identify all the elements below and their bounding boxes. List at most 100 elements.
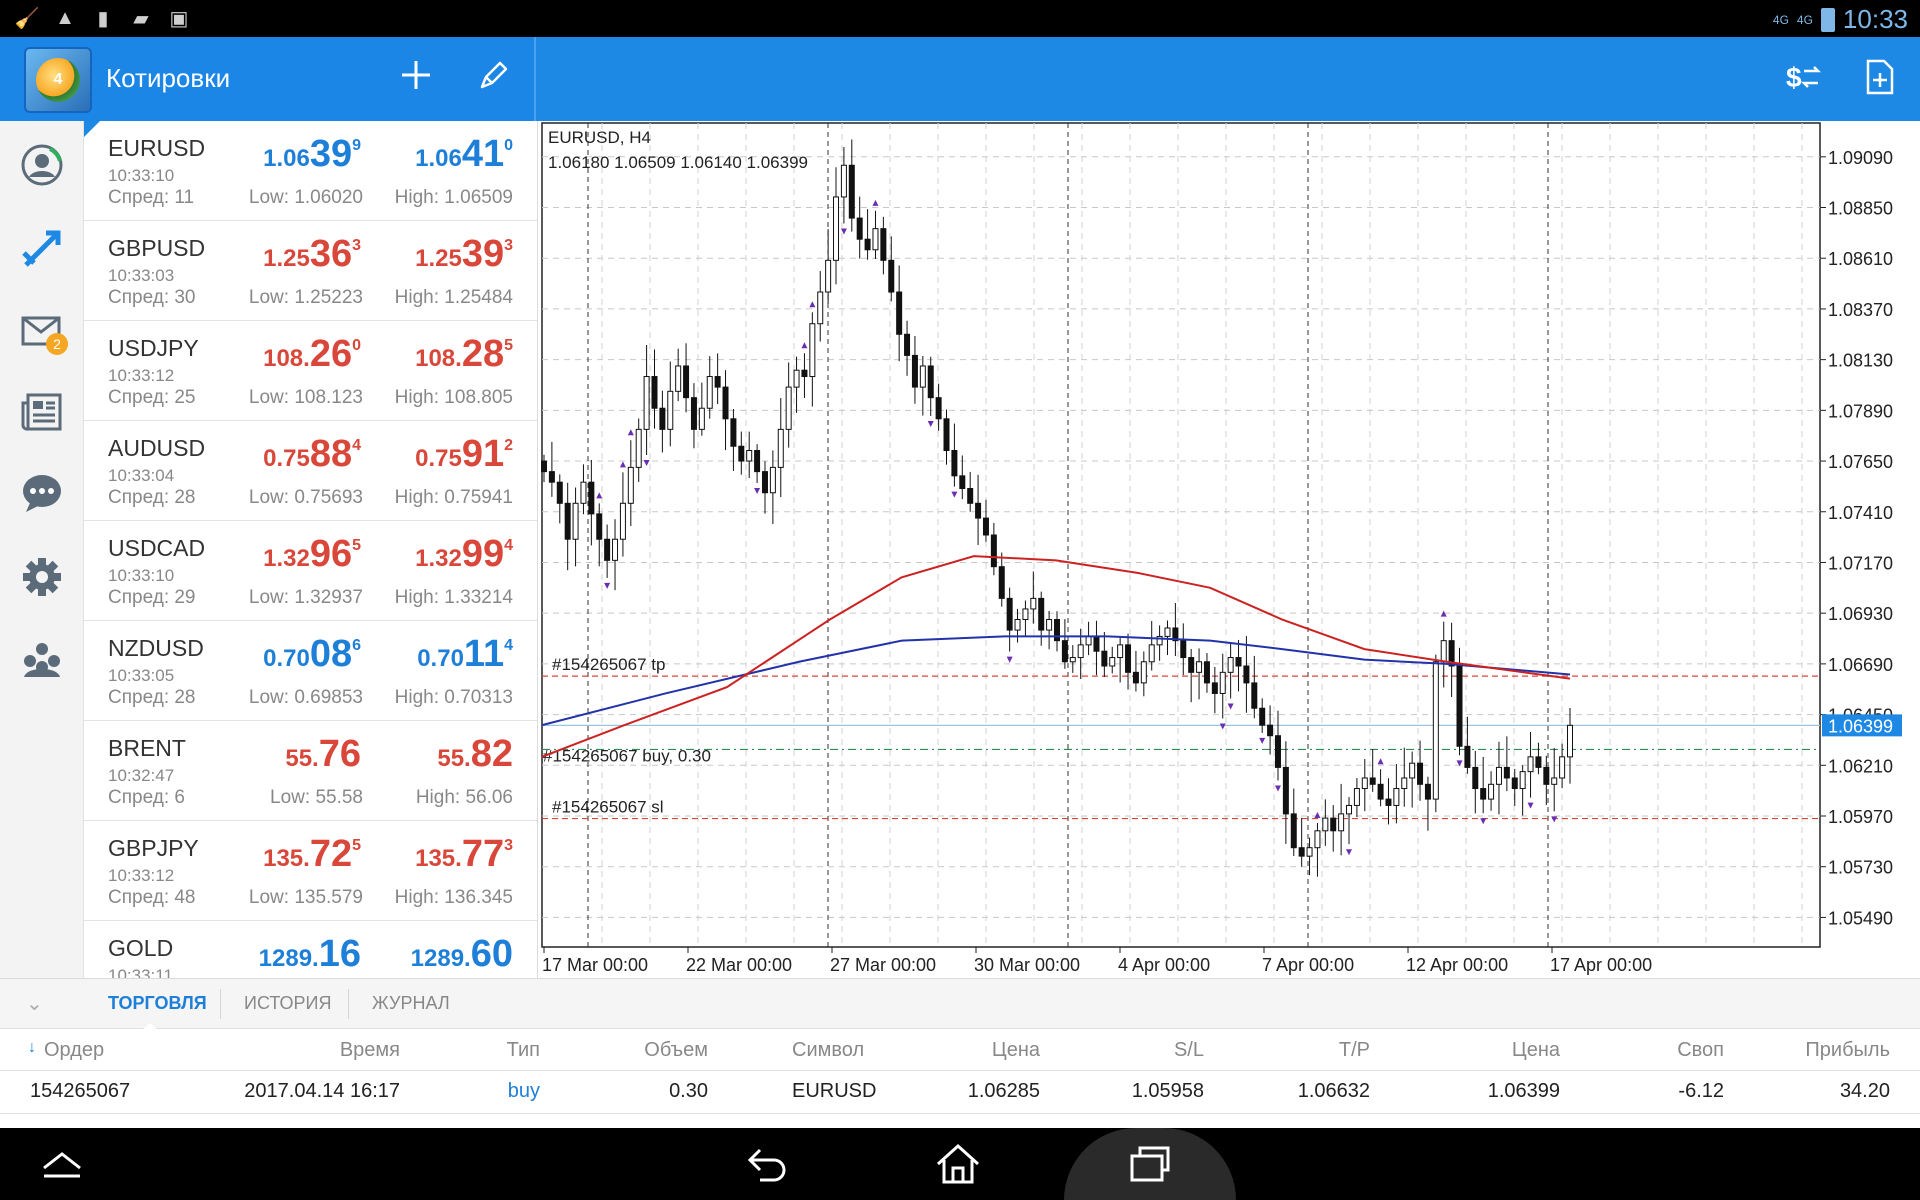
candle-body <box>690 397 697 430</box>
news-icon[interactable] <box>18 387 66 435</box>
candle-body <box>1014 619 1021 631</box>
price-part: 0.70 <box>263 645 310 672</box>
quote-row[interactable]: GOLD 10:33:11 1289.16 1289.60 <box>84 921 537 978</box>
column-header[interactable]: T/P <box>1339 1039 1370 1062</box>
price-chart[interactable]: 1.09090 1.08850 1.08610 1.08370 1.08130 1.078… <box>540 121 1920 978</box>
tab-journal[interactable]: ЖУРНАЛ <box>372 993 450 1014</box>
quote-high: High: 1.33214 <box>394 587 513 608</box>
column-header[interactable]: Цена <box>1512 1039 1560 1062</box>
column-header[interactable]: Время <box>340 1039 400 1062</box>
price-part: 41 <box>461 133 505 175</box>
column-header[interactable]: Ордер <box>44 1039 104 1062</box>
quote-row[interactable]: AUDUSD 10:33:04 Спред: 28 Low: 0.75693 High:… <box>84 421 537 521</box>
community-icon[interactable] <box>18 635 66 683</box>
price-part: 2 <box>504 437 513 454</box>
tab-divider <box>220 989 221 1019</box>
candle-body <box>1503 766 1510 779</box>
quote-low: Low: 55.58 <box>270 787 363 808</box>
new-order-button[interactable] <box>1858 57 1902 101</box>
table-cell: 154265067 <box>30 1080 131 1102</box>
add-symbol-button[interactable] <box>394 57 438 101</box>
quote-high: High: 0.70313 <box>394 687 513 708</box>
quote-spread: Спред: 6 <box>108 787 185 808</box>
candle-body <box>698 407 705 430</box>
quote-bid-price[interactable]: 0.75884 <box>263 433 361 476</box>
quote-ask-price[interactable]: 1.25393 <box>415 233 513 276</box>
x-tick-label: 17 Apr 00:00 <box>1550 955 1652 975</box>
recents-icon[interactable] <box>1120 1140 1180 1188</box>
quote-ask-price[interactable]: 0.75912 <box>415 433 513 476</box>
collapse-chevron-icon[interactable]: ⌄ <box>26 991 43 1016</box>
quote-high: High: 1.25484 <box>394 287 513 308</box>
quote-bid-price[interactable]: 55.76 <box>285 733 361 776</box>
x-tick-label: 12 Apr 00:00 <box>1406 955 1508 975</box>
column-header[interactable]: Тип <box>507 1039 540 1062</box>
candle-body <box>643 376 650 430</box>
candle-body <box>990 534 997 568</box>
quote-ask-price[interactable]: 1.32994 <box>415 533 513 576</box>
price-part: 5 <box>352 837 361 854</box>
column-header[interactable]: Прибыль <box>1805 1039 1890 1062</box>
candle-body <box>1227 657 1234 673</box>
quote-ask-price[interactable]: 108.285 <box>415 333 513 376</box>
quote-bid-price[interactable]: 108.260 <box>263 333 361 376</box>
candle-body <box>659 407 666 430</box>
quote-row[interactable]: GBPUSD 10:33:03 Спред: 30 Low: 1.25223 High:… <box>84 221 537 321</box>
candle-body <box>840 164 847 198</box>
quote-bid-price[interactable]: 1289.16 <box>259 933 361 976</box>
mail-icon[interactable]: 2 <box>18 307 68 355</box>
column-header[interactable]: Символ <box>792 1039 864 1062</box>
candle-body <box>1409 762 1416 779</box>
quote-row[interactable]: NZDUSD 10:33:05 Спред: 28 Low: 0.69853 High:… <box>84 621 537 721</box>
y-tick-label: 1.07890 <box>1828 401 1893 421</box>
account-icon[interactable] <box>18 141 66 189</box>
home-icon[interactable] <box>928 1140 988 1188</box>
trade-icon[interactable] <box>18 225 66 273</box>
metatrader-logo[interactable]: 4 <box>24 47 92 113</box>
candle-body <box>1511 777 1518 790</box>
edit-symbols-button[interactable] <box>472 57 516 101</box>
column-header[interactable]: Объем <box>644 1039 708 1062</box>
column-header[interactable]: S/L <box>1174 1039 1204 1062</box>
column-header[interactable]: Своп <box>1677 1039 1724 1062</box>
candle-body <box>769 466 776 494</box>
quote-row[interactable]: EURUSD 10:33:10 Спред: 11 Low: 1.06020 High:… <box>84 121 537 221</box>
settings-icon[interactable] <box>18 553 66 601</box>
quote-bid-price[interactable]: 1.32965 <box>263 533 361 576</box>
one-click-trading-button[interactable]: $ <box>1780 57 1824 101</box>
folder-icon: ▰ <box>133 7 149 30</box>
quote-row[interactable]: GBPJPY 10:33:12 Спред: 48 Low: 135.579 High:… <box>84 821 537 921</box>
candle-body <box>706 376 713 409</box>
tab-divider <box>348 989 349 1019</box>
quote-row[interactable]: USDCAD 10:33:10 Спред: 29 Low: 1.32937 High:… <box>84 521 537 621</box>
quote-symbol: GBPUSD <box>108 235 206 261</box>
quote-bid-price[interactable]: 135.725 <box>263 833 361 876</box>
candle-body <box>588 481 595 515</box>
price-part: 1.06 <box>415 145 462 172</box>
tab-trade[interactable]: ТОРГОВЛЯ <box>108 993 207 1014</box>
candle-body <box>919 365 926 388</box>
quote-ask-price[interactable]: 1.06410 <box>415 133 513 176</box>
column-header[interactable]: Цена <box>992 1039 1040 1062</box>
quote-row[interactable]: USDJPY 10:33:12 Спред: 25 Low: 108.123 High:… <box>84 321 537 421</box>
quote-ask-price[interactable]: 0.70114 <box>417 633 513 676</box>
chat-icon[interactable] <box>18 469 66 517</box>
home-up-icon[interactable] <box>32 1140 92 1188</box>
price-part: 1289. <box>258 945 319 972</box>
quote-bid-price[interactable]: 1.06399 <box>263 133 361 176</box>
quote-bid-price[interactable]: 1.25363 <box>263 233 361 276</box>
order-line-label: #154265067 tp <box>552 655 665 674</box>
quote-ask-price[interactable]: 55.82 <box>437 733 513 776</box>
price-part: 0.70 <box>417 645 464 672</box>
tab-history[interactable]: ИСТОРИЯ <box>244 993 331 1014</box>
chart-canvas[interactable]: 1.09090 1.08850 1.08610 1.08370 1.08130 1.078… <box>540 121 1920 978</box>
price-part: 1.25 <box>263 245 310 272</box>
table-cell: 0.30 <box>669 1080 708 1102</box>
table-row[interactable]: 154265067 2017.04.14 16:17 buy 0.30 EURUSD 1.… <box>0 1072 1920 1114</box>
quote-ask-price[interactable]: 1289.60 <box>411 933 513 976</box>
quote-ask-price[interactable]: 135.773 <box>415 833 513 876</box>
back-icon[interactable] <box>738 1140 798 1188</box>
quote-bid-price[interactable]: 0.70086 <box>263 633 361 676</box>
x-tick-label: 27 Mar 00:00 <box>830 955 936 975</box>
quote-row[interactable]: BRENT 10:32:47 Спред: 6 Low: 55.58 High: 56.… <box>84 721 537 821</box>
